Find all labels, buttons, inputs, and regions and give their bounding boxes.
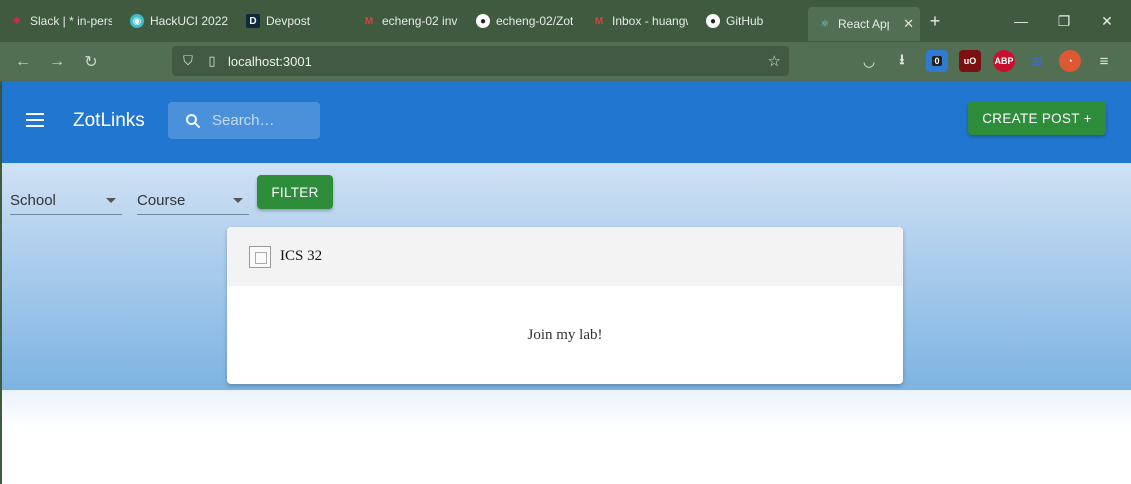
slack-icon: ✱: [12, 15, 22, 27]
url-text: localhost:3001: [228, 53, 312, 69]
browser-tab-strip: ✱ Slack | * in-pers ◉ HackUCI 2022 D Dev…: [0, 0, 1131, 42]
restore-icon[interactable]: ❐: [1043, 0, 1085, 42]
close-tab-icon[interactable]: ✕: [903, 16, 914, 32]
address-bar[interactable]: ⛉ ▯ localhost:3001 ☆: [172, 46, 789, 76]
main-content: School Course FILTER ICS 32 Join my lab!: [2, 163, 1131, 390]
tab-label: HackUCI 2022: [150, 14, 228, 28]
adblock-plus-label: ABP: [994, 56, 1014, 66]
tab-gmail-inbox[interactable]: M Inbox - huangw: [582, 0, 694, 42]
tab-github-repo[interactable]: ● echeng-02/Zot: [466, 0, 580, 42]
layers-icon[interactable]: ≋: [1026, 50, 1048, 72]
tab-github[interactable]: ● GitHub: [696, 0, 808, 42]
reload-icon[interactable]: ↻: [74, 47, 108, 77]
bookmark-star-icon[interactable]: ☆: [768, 52, 781, 70]
tab-react-app[interactable]: ⚛ React App ✕: [808, 7, 920, 41]
search-box[interactable]: [168, 102, 320, 139]
github-icon: ●: [706, 14, 720, 28]
hackuci-icon: ◉: [130, 14, 144, 28]
tab-label: Slack | * in-pers: [30, 14, 112, 28]
tab-label: echeng-02/Zot: [496, 14, 574, 28]
broken-image-icon: [249, 245, 271, 268]
post-card-header: ICS 32: [227, 227, 903, 286]
filter-button[interactable]: FILTER: [257, 175, 333, 209]
shield-icon: ⛉: [183, 53, 193, 68]
extension-badge-icon[interactable]: 0: [926, 50, 948, 72]
course-select[interactable]: Course: [137, 187, 249, 215]
page-background: [2, 390, 1131, 484]
tab-label: Devpost: [266, 14, 311, 28]
new-tab-button[interactable]: +: [920, 0, 950, 42]
back-icon[interactable]: ←: [6, 47, 40, 77]
school-select-label: School: [10, 192, 56, 209]
hamburger-menu-icon[interactable]: [26, 113, 44, 127]
post-body: Join my lab!: [527, 326, 603, 343]
react-icon: ⚛: [820, 18, 830, 30]
gmail-icon: M: [364, 15, 374, 27]
extension-badge-count: 0: [932, 56, 942, 66]
dropdown-arrow-icon: [106, 198, 116, 203]
duckduckgo-icon[interactable]: ◔: [1059, 50, 1081, 72]
tab-hackuci[interactable]: ◉ HackUCI 2022: [120, 0, 234, 42]
minimize-icon[interactable]: —: [1000, 0, 1042, 42]
course-select-label: Course: [137, 192, 186, 209]
tab-devpost[interactable]: D Devpost: [236, 0, 350, 42]
app-header: ZotLinks CREATE POST +: [2, 81, 1131, 163]
create-post-button[interactable]: CREATE POST +: [968, 101, 1106, 135]
gmail-icon: M: [594, 15, 604, 27]
tab-slack[interactable]: ✱ Slack | * in-pers: [0, 0, 118, 42]
post-card[interactable]: ICS 32 Join my lab!: [227, 227, 903, 384]
tab-label: echeng-02 invit: [382, 14, 458, 28]
search-icon: [186, 113, 200, 128]
devpost-icon: D: [246, 14, 260, 28]
app-brand: ZotLinks: [73, 110, 145, 131]
page-icon: ▯: [208, 53, 216, 68]
github-icon: ●: [476, 14, 490, 28]
search-input[interactable]: [212, 112, 312, 129]
tab-label: GitHub: [726, 14, 764, 28]
ublock-icon[interactable]: uO: [959, 50, 981, 72]
tab-label: Inbox - huangw: [612, 14, 688, 28]
post-title: ICS 32: [280, 248, 323, 264]
forward-icon[interactable]: →: [40, 47, 74, 77]
adblock-plus-icon[interactable]: ABP: [993, 50, 1015, 72]
tab-label: React App: [838, 17, 890, 31]
download-icon[interactable]: ⭳: [891, 50, 913, 72]
pocket-icon[interactable]: ◡: [858, 50, 880, 72]
close-window-icon[interactable]: ✕: [1086, 0, 1128, 42]
browser-nav-bar: ← → ↻ ⛉ ▯ localhost:3001 ☆ ◡ ⭳ 0 uO ABP …: [0, 42, 1131, 81]
dropdown-arrow-icon: [233, 198, 243, 203]
menu-icon[interactable]: ≡: [1093, 50, 1115, 72]
school-select[interactable]: School: [10, 187, 122, 215]
tab-gmail-invite[interactable]: M echeng-02 invit: [352, 0, 464, 42]
